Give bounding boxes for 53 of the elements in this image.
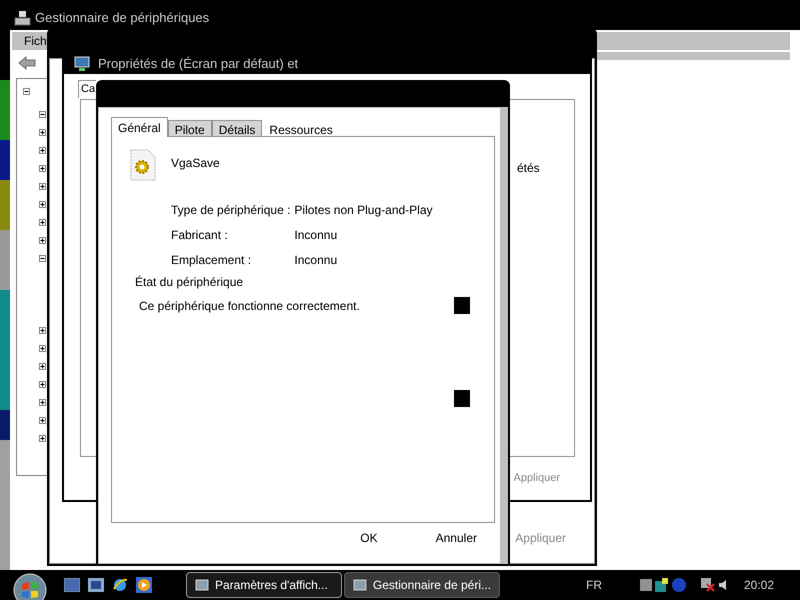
menu-item[interactable]: Fich bbox=[24, 32, 47, 50]
field-label: Emplacement : bbox=[171, 252, 252, 269]
clock[interactable]: 20:02 bbox=[744, 576, 774, 594]
expand-icon[interactable] bbox=[39, 326, 46, 334]
status-text: Ce périphérique fonctionne correctement. bbox=[139, 298, 360, 315]
field-label: Fabricant : bbox=[171, 227, 229, 244]
glitch-block bbox=[454, 297, 470, 314]
window-title: Propriétés de (Écran par défaut) et bbox=[98, 55, 298, 73]
window-icon bbox=[353, 578, 367, 592]
language-indicator[interactable]: FR bbox=[586, 576, 602, 594]
tray-icon[interactable] bbox=[655, 578, 669, 592]
tab[interactable]: Ressources bbox=[262, 120, 340, 137]
field-value: Inconnu bbox=[294, 227, 338, 244]
expand-icon[interactable] bbox=[39, 398, 46, 406]
tab[interactable]: Général bbox=[111, 117, 168, 137]
expand-icon[interactable] bbox=[39, 236, 46, 244]
field-value: Inconnu bbox=[294, 252, 338, 269]
field-value: Pilotes non Plug-and-Play bbox=[294, 202, 433, 219]
dialog-button[interactable]: OK bbox=[352, 527, 386, 549]
device-name: VgaSave bbox=[171, 155, 220, 172]
expand-icon[interactable] bbox=[39, 416, 46, 424]
window-icon bbox=[195, 578, 209, 592]
field-label: Type de périphérique : bbox=[171, 202, 290, 219]
text: étés bbox=[517, 160, 540, 177]
tab[interactable]: Détails bbox=[212, 120, 262, 137]
expand-icon[interactable] bbox=[39, 164, 46, 172]
window-title: Gestionnaire de périphériques bbox=[35, 9, 210, 27]
expand-icon[interactable] bbox=[39, 362, 46, 370]
network-error-icon[interactable] bbox=[701, 578, 715, 592]
expand-icon[interactable] bbox=[39, 344, 46, 352]
computer-icon bbox=[14, 10, 31, 26]
collapse-icon[interactable] bbox=[39, 110, 46, 118]
taskbar-button[interactable]: Paramètres d'affich... bbox=[186, 572, 342, 598]
back-arrow-icon[interactable] bbox=[18, 56, 36, 70]
expand-icon[interactable] bbox=[39, 146, 46, 154]
tab[interactable]: Pilote bbox=[168, 120, 212, 137]
taskbar-button[interactable]: Gestionnaire de péri... bbox=[344, 572, 500, 598]
collapse-icon[interactable] bbox=[39, 254, 46, 262]
monitor-icon bbox=[74, 56, 90, 72]
media-player-icon[interactable] bbox=[136, 577, 152, 593]
section-heading: État du périphérique bbox=[135, 274, 244, 291]
glitch-block bbox=[454, 390, 470, 407]
gear-document-icon bbox=[130, 149, 156, 181]
expand-icon[interactable] bbox=[39, 434, 46, 442]
browser-icon[interactable] bbox=[112, 577, 128, 593]
expand-icon[interactable] bbox=[39, 200, 46, 208]
window-switch-icon[interactable] bbox=[88, 578, 104, 592]
collapse-icon[interactable] bbox=[23, 88, 30, 95]
expand-icon[interactable] bbox=[39, 128, 46, 136]
expand-icon[interactable] bbox=[39, 182, 46, 190]
expand-icon[interactable] bbox=[39, 218, 46, 226]
expand-icon[interactable] bbox=[39, 380, 46, 388]
dialog-button[interactable]: Annuler bbox=[428, 527, 485, 549]
